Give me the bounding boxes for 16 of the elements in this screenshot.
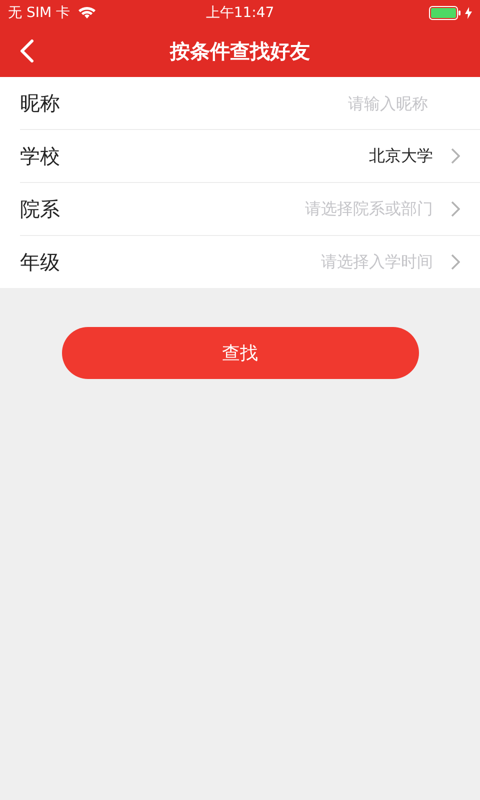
field-label: 学校 — [20, 142, 60, 170]
battery-icon — [429, 6, 461, 20]
page-title: 按条件查找好友 — [170, 38, 310, 64]
chevron-icon — [451, 201, 460, 217]
field-label: 年级 — [20, 248, 60, 276]
field-label: 院系 — [20, 196, 60, 222]
clock: 上午11:47 — [206, 4, 274, 22]
wifi-icon — [78, 6, 96, 19]
carrier-label: 无 SIM 卡 — [8, 4, 70, 22]
field-label: 昵称 — [20, 90, 60, 116]
charging-icon — [465, 6, 472, 18]
chevron-icon — [451, 254, 460, 270]
picker-field[interactable]: 北京大学 — [369, 146, 460, 166]
chevron-icon — [451, 148, 460, 164]
nickname-field[interactable]: 请输入昵称 — [228, 94, 460, 112]
search-button[interactable]: 查找 — [62, 327, 418, 379]
